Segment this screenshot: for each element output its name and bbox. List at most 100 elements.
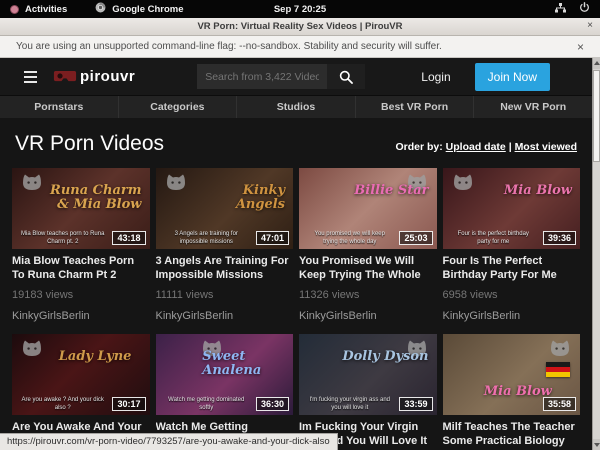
chrome-app-icon xyxy=(95,2,106,16)
duration-badge: 47:01 xyxy=(256,231,289,245)
video-title[interactable]: Four Is The Perfect Birthday Party For M… xyxy=(443,254,581,282)
thumbnail-overlay-title: Kinky Angels xyxy=(192,184,286,211)
main-content: VR Porn Videos Order by: Upload date | M… xyxy=(0,118,592,450)
activities-button[interactable]: Activities xyxy=(25,4,67,15)
thumbnail-overlay-title: Dolly Dyson xyxy=(342,350,428,364)
thumbnail-overlay-title: Mia Blow xyxy=(484,385,552,399)
category-menu-bar: Pornstars Categories Studios Best VR Por… xyxy=(0,95,592,118)
studio-link[interactable]: KinkyGirlsBerlin xyxy=(443,310,581,322)
video-card[interactable]: Kinky Angels 3 Angels are training for i… xyxy=(156,168,294,322)
video-thumbnail[interactable]: Dolly Dyson I'm fucking your virgin ass … xyxy=(299,334,437,415)
system-top-bar: Activities Google Chrome Sep 7 20:25 xyxy=(0,0,600,18)
cat-mask-logo-icon xyxy=(20,173,44,193)
vr-goggles-icon xyxy=(53,70,77,83)
browser-viewport: pirouvr Login Join Now Pornstars Categor… xyxy=(0,58,600,450)
warning-close-icon[interactable]: × xyxy=(577,40,584,54)
scroll-up-arrow-icon[interactable] xyxy=(593,58,600,69)
vertical-scrollbar[interactable] xyxy=(592,58,600,450)
duration-badge: 33:59 xyxy=(399,397,432,411)
login-link[interactable]: Login xyxy=(421,70,450,84)
power-icon[interactable] xyxy=(579,2,590,16)
thumbnail-caption: Are you awake ? And your dick also ? xyxy=(20,396,106,412)
studio-link[interactable]: KinkyGirlsBerlin xyxy=(156,310,294,322)
studio-link[interactable]: KinkyGirlsBerlin xyxy=(12,310,150,322)
recording-indicator-icon xyxy=(10,5,19,14)
thumbnail-overlay-title: Mia Blow xyxy=(504,184,572,198)
video-card[interactable]: Billie Star You promised we will keep tr… xyxy=(299,168,437,322)
site-logo-text: pirouvr xyxy=(80,68,135,85)
view-count: 11111 views xyxy=(156,289,294,301)
warning-text: You are using an unsupported command-lin… xyxy=(16,41,442,52)
menu-item-categories[interactable]: Categories xyxy=(119,96,238,118)
thumbnail-caption: I'm fucking your virgin ass and you will… xyxy=(307,396,393,412)
video-card[interactable]: Mia Blow Four is the perfect birthday pa… xyxy=(443,168,581,322)
duration-badge: 43:18 xyxy=(112,231,145,245)
thumbnail-caption: Mia Blow teaches porn to Runa Charm pt. … xyxy=(20,230,106,246)
menu-item-pornstars[interactable]: Pornstars xyxy=(0,96,119,118)
video-title[interactable]: Milf Teaches The Teacher Some Practical … xyxy=(443,420,581,448)
order-by-label: Order by: xyxy=(395,141,442,153)
search-bar xyxy=(197,64,365,89)
cat-mask-logo-icon xyxy=(451,173,475,193)
hamburger-menu-icon[interactable] xyxy=(24,71,37,83)
duration-badge: 35:58 xyxy=(543,397,576,411)
link-url-status-tooltip: https://pirouvr.com/vr-porn-video/779325… xyxy=(0,433,338,450)
web-page: pirouvr Login Join Now Pornstars Categor… xyxy=(0,58,592,450)
thumbnail-caption: Watch me getting dominated softly xyxy=(164,396,250,412)
thumbnail-overlay-title: Runa Charm & Mia Blow xyxy=(48,184,142,211)
search-input[interactable] xyxy=(197,64,327,89)
scroll-down-arrow-icon[interactable] xyxy=(593,439,600,450)
video-thumbnail[interactable]: Lady Lyne Are you awake ? And your dick … xyxy=(12,334,150,415)
desktop-screen: Activities Google Chrome Sep 7 20:25 VR … xyxy=(0,0,600,450)
video-card[interactable]: Mia Blow 35:58 Milf Teaches The Teacher … xyxy=(443,334,581,450)
site-logo[interactable]: pirouvr xyxy=(53,68,135,85)
page-title: VR Porn Videos xyxy=(15,132,164,156)
order-by-most-viewed-link[interactable]: Most viewed xyxy=(515,141,577,153)
thumbnail-overlay-title: Billie Star xyxy=(354,184,428,198)
video-card[interactable]: Runa Charm & Mia Blow Mia Blow teaches p… xyxy=(12,168,150,322)
thumbnail-caption: Four is the perfect birthday party for m… xyxy=(451,230,537,246)
cat-mask-logo-icon xyxy=(548,339,572,359)
duration-badge: 30:17 xyxy=(112,397,145,411)
join-now-button[interactable]: Join Now xyxy=(475,63,550,91)
video-thumbnail[interactable]: Mia Blow 35:58 xyxy=(443,334,581,415)
video-title[interactable]: Mia Blow Teaches Porn To Runa Charm Pt 2 xyxy=(12,254,150,282)
thumbnail-caption: 3 Angels are training for impossible mis… xyxy=(164,230,250,246)
studio-link[interactable]: KinkyGirlsBerlin xyxy=(299,310,437,322)
thumbnail-caption: You promised we will keep trying the who… xyxy=(307,230,393,246)
view-count: 11326 views xyxy=(299,289,437,301)
menu-item-best-vr-porn[interactable]: Best VR Porn xyxy=(356,96,475,118)
site-navbar: pirouvr Login Join Now xyxy=(0,58,592,95)
duration-badge: 36:30 xyxy=(256,397,289,411)
focused-app-menu[interactable]: Google Chrome xyxy=(112,4,183,15)
window-close-icon[interactable]: × xyxy=(587,20,593,31)
scrollbar-thumb[interactable] xyxy=(593,70,600,162)
video-thumbnail[interactable]: Sweet Analena Watch me getting dominated… xyxy=(156,334,294,415)
order-by-controls: Order by: Upload date | Most viewed xyxy=(395,141,577,153)
german-flag-icon xyxy=(546,362,570,377)
video-thumbnail[interactable]: Runa Charm & Mia Blow Mia Blow teaches p… xyxy=(12,168,150,249)
search-icon xyxy=(339,70,353,84)
order-by-separator: | xyxy=(509,141,512,153)
video-title[interactable]: 3 Angels Are Training For Impossible Mis… xyxy=(156,254,294,282)
thumbnail-overlay-title: Sweet Analena xyxy=(202,350,293,377)
video-title[interactable]: You Promised We Will Keep Trying The Who… xyxy=(299,254,437,282)
duration-badge: 25:03 xyxy=(399,231,432,245)
chrome-flag-warning-bar: You are using an unsupported command-lin… xyxy=(0,36,600,58)
menu-item-new-vr-porn[interactable]: New VR Porn xyxy=(474,96,592,118)
video-thumbnail[interactable]: Kinky Angels 3 Angels are training for i… xyxy=(156,168,294,249)
search-button[interactable] xyxy=(327,64,365,89)
cat-mask-logo-icon xyxy=(164,173,188,193)
thumbnail-overlay-title: Lady Lyne xyxy=(59,350,132,364)
view-count: 6958 views xyxy=(443,289,581,301)
network-icon[interactable] xyxy=(555,3,566,16)
video-thumbnail[interactable]: Billie Star You promised we will keep tr… xyxy=(299,168,437,249)
view-count: 19183 views xyxy=(12,289,150,301)
duration-badge: 39:36 xyxy=(543,231,576,245)
video-grid: Runa Charm & Mia Blow Mia Blow teaches p… xyxy=(12,168,580,450)
order-by-upload-date-link[interactable]: Upload date xyxy=(446,141,506,153)
menu-item-studios[interactable]: Studios xyxy=(237,96,356,118)
video-thumbnail[interactable]: Mia Blow Four is the perfect birthday pa… xyxy=(443,168,581,249)
cat-mask-logo-icon xyxy=(20,339,44,359)
window-titlebar[interactable]: VR Porn: Virtual Reality Sex Videos | Pi… xyxy=(0,18,600,36)
